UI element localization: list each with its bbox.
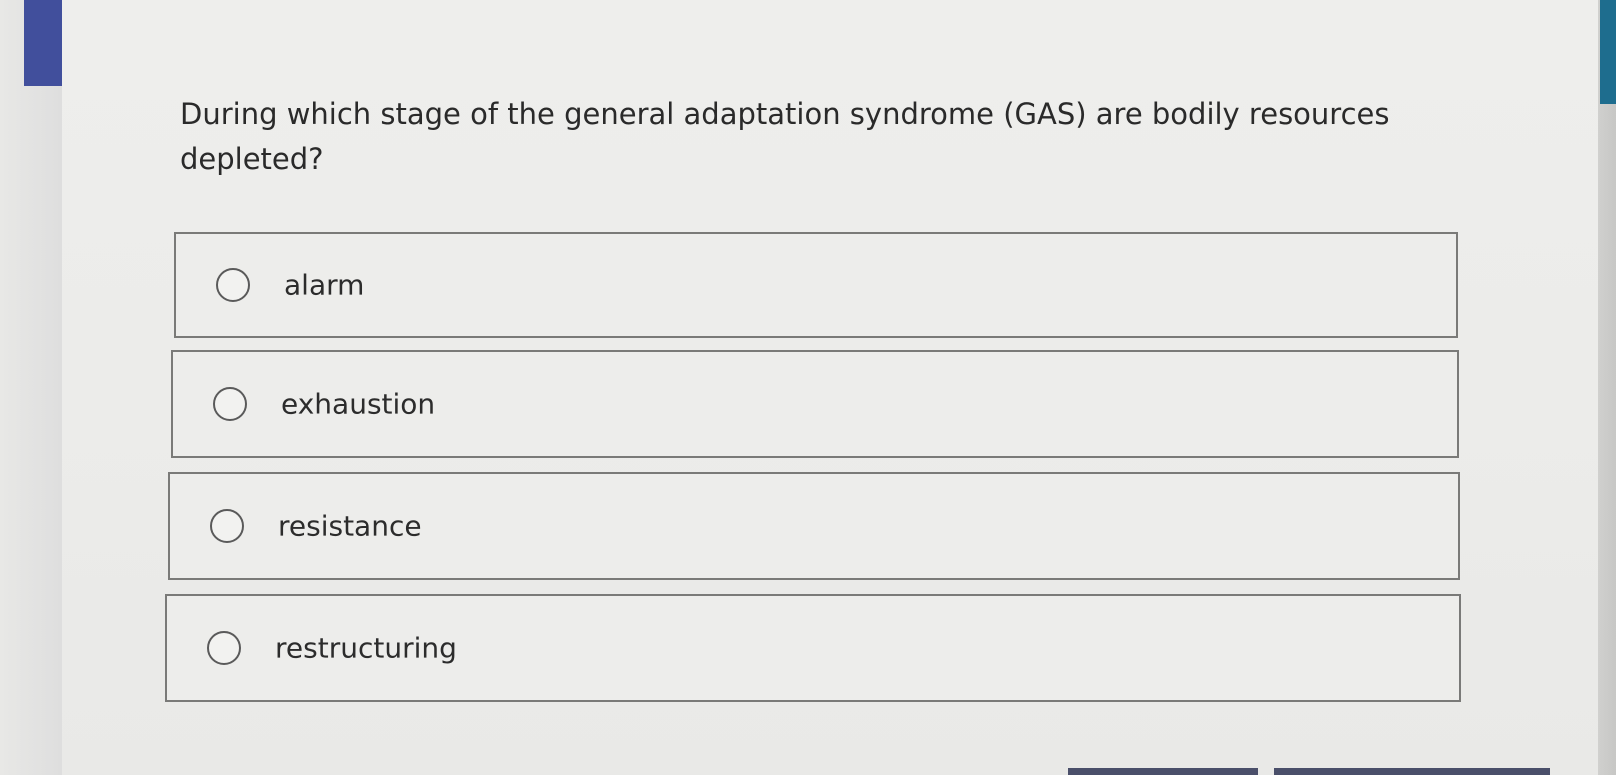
option-exhaustion[interactable]: exhaustion xyxy=(171,350,1459,458)
option-alarm[interactable]: alarm xyxy=(174,232,1458,338)
radio-button[interactable] xyxy=(207,631,241,665)
bottom-button-edge[interactable] xyxy=(1068,768,1258,775)
radio-button[interactable] xyxy=(213,387,247,421)
question-text: During which stage of the general adapta… xyxy=(180,97,1390,176)
option-label: resistance xyxy=(278,509,422,543)
screen: During which stage of the general adapta… xyxy=(0,0,1616,775)
option-label: alarm xyxy=(284,268,365,302)
radio-button[interactable] xyxy=(216,268,250,302)
option-restructuring[interactable]: restructuring xyxy=(165,594,1461,702)
right-edge xyxy=(1598,0,1616,775)
left-margin xyxy=(0,0,62,775)
bottom-button-edge[interactable] xyxy=(1274,768,1550,775)
option-label: restructuring xyxy=(275,631,457,665)
option-label: exhaustion xyxy=(281,387,436,421)
option-resistance[interactable]: resistance xyxy=(168,472,1460,580)
radio-button[interactable] xyxy=(210,509,244,543)
right-accent-bar xyxy=(1600,0,1616,104)
